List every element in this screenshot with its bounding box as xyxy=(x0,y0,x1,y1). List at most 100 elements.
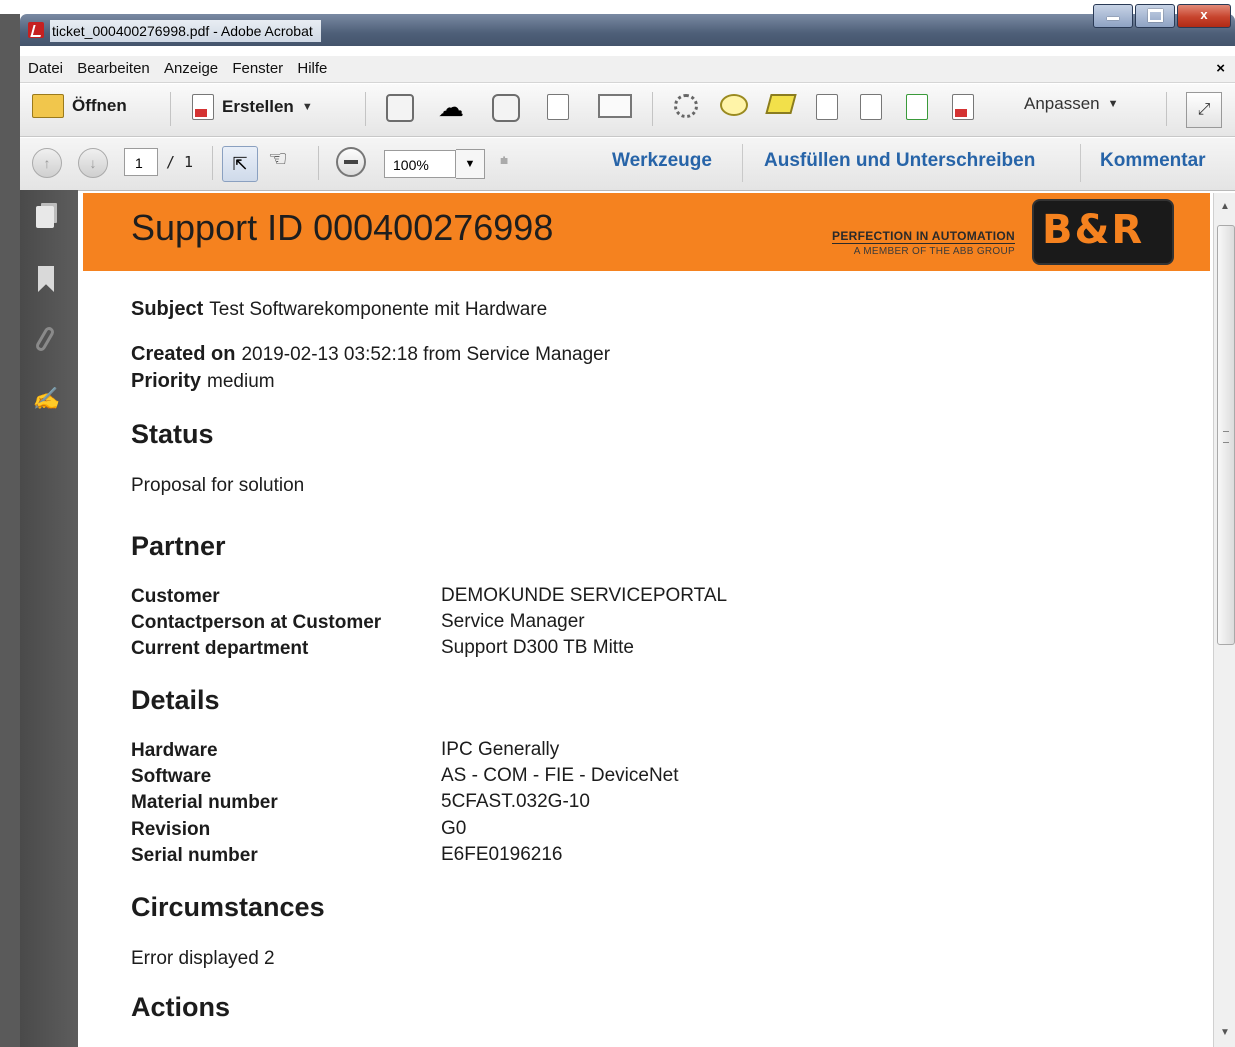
redact-icon xyxy=(816,94,838,120)
comment-button[interactable] xyxy=(720,94,748,116)
redact-button[interactable] xyxy=(816,94,838,120)
overflow-icon: ⩧ xyxy=(500,152,509,168)
close-button[interactable]: x xyxy=(1177,4,1231,28)
highlight-button[interactable] xyxy=(765,94,797,114)
acrobat-window: ticket_000400276998.pdf - Adobe Acrobat … xyxy=(0,0,1235,1047)
vertical-scrollbar[interactable]: ▲ ▼ xyxy=(1213,193,1235,1047)
next-page-button[interactable]: ↓ xyxy=(78,148,108,178)
folder-icon xyxy=(32,94,64,118)
save-icon xyxy=(386,94,414,122)
grip-icon xyxy=(1223,431,1229,443)
main-toolbar: Öffnen Erstellen ▼ ☁ Anpassen ▼ ⤢ xyxy=(20,84,1235,137)
previous-page-button[interactable]: ↑ xyxy=(32,148,62,178)
serial-number-label: Serial number xyxy=(131,845,258,866)
scrollbar-thumb[interactable] xyxy=(1217,225,1235,645)
tools-pane-link[interactable]: Werkzeuge xyxy=(612,150,712,172)
create-pdf-icon xyxy=(192,94,214,120)
menu-fenster[interactable]: Fenster xyxy=(227,56,288,82)
print-button[interactable] xyxy=(492,94,520,122)
priority-value: medium xyxy=(207,371,275,392)
logo-text: B&R xyxy=(1042,207,1145,253)
subject-row: Subject Test Softwarekomponente mit Hardw… xyxy=(131,298,547,321)
scroll-up-icon[interactable]: ▲ xyxy=(1214,197,1235,217)
hand-tool-button[interactable]: ☜ xyxy=(268,146,288,172)
sign-button[interactable] xyxy=(952,94,974,120)
subject-label: Subject xyxy=(131,298,204,320)
toolbar-separator xyxy=(212,146,213,180)
edit-button[interactable] xyxy=(547,94,569,120)
compare-button[interactable] xyxy=(860,94,882,120)
navigation-pane: ✍ xyxy=(20,190,78,1047)
scroll-down-icon[interactable]: ▼ xyxy=(1214,1023,1235,1043)
envelope-icon xyxy=(598,94,632,118)
pdf-page: Support ID 000400276998 PERFECTION IN AU… xyxy=(83,193,1210,1047)
save-button[interactable] xyxy=(386,94,414,122)
print-icon xyxy=(492,94,520,122)
page-total: / 1 xyxy=(166,153,194,171)
compare-icon xyxy=(860,94,882,120)
chevron-down-icon[interactable]: ▼ xyxy=(456,149,485,179)
signature-icon[interactable]: ✍ xyxy=(32,386,62,416)
comment-bubble-icon xyxy=(720,94,748,116)
menu-datei[interactable]: Datei xyxy=(20,56,68,82)
fill-and-sign-pane-link[interactable]: Ausfüllen und Unterschreiben xyxy=(764,150,1035,172)
revision-label: Revision xyxy=(131,819,211,840)
pages-icon[interactable] xyxy=(36,206,54,228)
minimize-button[interactable] xyxy=(1093,4,1133,28)
toolbar-separator xyxy=(652,92,653,126)
created-row: Created on 2019-02-13 03:52:18 from Servi… xyxy=(131,343,610,366)
tagline-sub: A MEMBER OF THE ABB GROUP xyxy=(853,246,1015,257)
attachment-icon[interactable] xyxy=(34,325,56,353)
contactperson-value: Service Manager xyxy=(441,611,585,632)
close-document-icon[interactable]: × xyxy=(1216,56,1225,82)
circumstances-value: Error displayed 2 xyxy=(131,948,275,969)
email-button[interactable] xyxy=(598,94,632,118)
status-heading: Status xyxy=(131,419,214,449)
material-number-label: Material number xyxy=(131,792,278,813)
create-button[interactable]: Erstellen ▼ xyxy=(192,94,313,120)
export-button[interactable] xyxy=(906,94,928,120)
priority-row: Priority medium xyxy=(131,370,275,393)
created-value: 2019-02-13 03:52:18 from Service Manager xyxy=(241,344,611,365)
arrow-down-icon: ↓ xyxy=(78,148,108,178)
comment-pane-link[interactable]: Kommentar xyxy=(1100,150,1206,172)
software-label: Software xyxy=(131,766,212,787)
bookmark-icon[interactable] xyxy=(38,266,54,292)
toolbar-overflow[interactable]: ⩧ xyxy=(500,152,508,169)
export-icon xyxy=(906,94,928,120)
page-number-input[interactable]: 1 xyxy=(124,148,158,176)
highlight-icon xyxy=(765,94,797,114)
open-button[interactable]: Öffnen xyxy=(32,94,127,118)
toolbar-separator xyxy=(1166,92,1167,126)
maximize-button[interactable] xyxy=(1135,4,1175,28)
customer-label: Customer xyxy=(131,586,220,607)
zoom-input[interactable]: 100% xyxy=(384,150,456,178)
company-logo: B&R xyxy=(1032,199,1174,265)
customize-button[interactable]: Anpassen ▼ xyxy=(1024,94,1119,114)
menu-bar: Datei Bearbeiten Anzeige Fenster Hilfe × xyxy=(20,56,1235,83)
expand-icon: ⤢ xyxy=(1186,92,1222,128)
actions-heading: Actions xyxy=(131,992,231,1022)
revision-value: G0 xyxy=(441,818,467,839)
toolbar-separator xyxy=(742,144,743,182)
acrobat-icon xyxy=(28,22,44,38)
menu-bearbeiten[interactable]: Bearbeiten xyxy=(72,56,155,82)
navigation-toolbar: ↑ ↓ 1 / 1 ⇱ ☜ 100% ▼ ⩧ Werkzeuge Ausfüll… xyxy=(20,138,1235,191)
subject-value: Test Softwarekomponente mit Hardware xyxy=(209,299,548,320)
menu-anzeige[interactable]: Anzeige xyxy=(159,56,223,82)
create-label: Erstellen xyxy=(222,97,294,116)
sign-document-icon xyxy=(952,94,974,120)
settings-button[interactable] xyxy=(674,94,698,118)
department-label: Current department xyxy=(131,638,309,659)
zoom-out-button[interactable] xyxy=(336,147,366,177)
menu-hilfe[interactable]: Hilfe xyxy=(292,56,332,82)
fullscreen-button[interactable]: ⤢ xyxy=(1186,92,1222,128)
select-tool-button[interactable]: ⇱ xyxy=(222,146,258,182)
title-bar[interactable]: ticket_000400276998.pdf - Adobe Acrobat … xyxy=(20,4,1235,46)
status-value: Proposal for solution xyxy=(131,475,305,496)
upload-button[interactable]: ☁ xyxy=(438,94,464,120)
chevron-down-icon: ▼ xyxy=(1107,98,1119,110)
department-value: Support D300 TB Mitte xyxy=(441,637,634,658)
zoom-selector[interactable]: 100% ▼ xyxy=(384,149,485,179)
circumstances-heading: Circumstances xyxy=(131,892,325,922)
